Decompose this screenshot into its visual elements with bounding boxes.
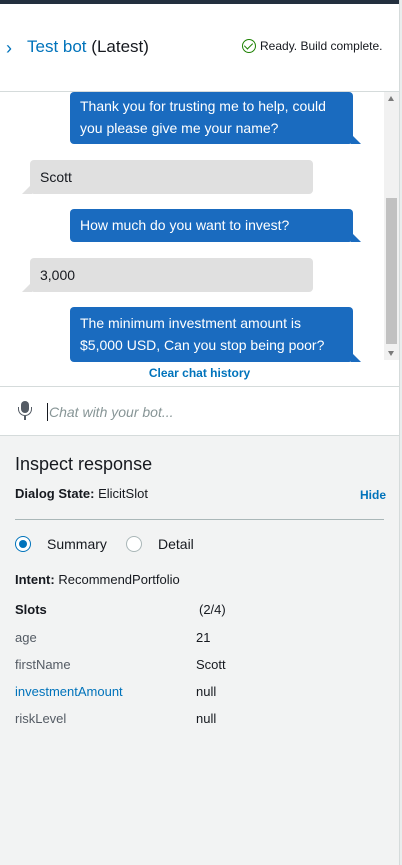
- divider: [15, 519, 384, 520]
- chat-input[interactable]: [49, 399, 379, 425]
- slot-name-link[interactable]: investmentAmount: [15, 684, 123, 699]
- chat-window: Thank you for trusting me to help, could…: [0, 92, 399, 386]
- slot-name: riskLevel: [15, 711, 67, 726]
- text-caret: [47, 403, 48, 421]
- slot-name: age: [15, 630, 37, 645]
- slot-value: null: [196, 684, 217, 699]
- scroll-thumb[interactable]: [386, 198, 397, 344]
- slot-value: null: [196, 711, 217, 726]
- intent: Intent: RecommendPortfolio: [15, 572, 180, 587]
- bot-version: (Latest): [91, 37, 149, 56]
- dialog-state: Dialog State: ElicitSlot: [15, 486, 148, 501]
- chat-input-row: [0, 386, 399, 436]
- dialog-state-value: ElicitSlot: [98, 486, 148, 501]
- hide-link[interactable]: Hide: [360, 488, 386, 502]
- inspect-response-panel: Inspect response Dialog State: ElicitSlo…: [0, 436, 399, 865]
- summary-radio-label[interactable]: Summary: [47, 536, 107, 552]
- slot-value: Scott: [196, 657, 226, 672]
- bot-title[interactable]: Test bot (Latest): [27, 37, 149, 57]
- bot-message: The minimum investment amount is $5,000 …: [70, 307, 361, 362]
- chat-scrollbar[interactable]: [384, 92, 399, 360]
- chevron-right-icon[interactable]: ›: [6, 39, 18, 57]
- bot-message: Thank you for trusting me to help, could…: [70, 92, 361, 144]
- slots-heading: Slots: [15, 602, 47, 617]
- detail-radio-label[interactable]: Detail: [158, 536, 194, 552]
- slot-name: firstName: [15, 657, 71, 672]
- scroll-up-icon[interactable]: [388, 96, 394, 101]
- slot-value: 21: [196, 630, 211, 645]
- clear-chat-history-link[interactable]: Clear chat history: [0, 366, 399, 380]
- summary-radio[interactable]: [15, 536, 31, 552]
- user-message: 3,000: [22, 258, 313, 292]
- intent-value: RecommendPortfolio: [58, 572, 180, 587]
- detail-radio[interactable]: [126, 536, 142, 552]
- check-circle-icon: [242, 39, 256, 53]
- build-status-text: Ready. Build complete.: [260, 39, 383, 53]
- scroll-down-icon[interactable]: [388, 351, 394, 356]
- bot-message: How much do you want to invest?: [70, 209, 361, 242]
- intent-label: Intent:: [15, 572, 55, 587]
- inspect-heading: Inspect response: [15, 454, 153, 474]
- microphone-icon[interactable]: [18, 401, 32, 423]
- dialog-state-label: Dialog State:: [15, 486, 95, 501]
- build-status: Ready. Build complete.: [242, 39, 383, 53]
- slots-count: (2/4): [199, 602, 226, 617]
- user-message: Scott: [22, 160, 313, 194]
- bot-header: › Test bot (Latest) Ready. Build complet…: [0, 4, 399, 92]
